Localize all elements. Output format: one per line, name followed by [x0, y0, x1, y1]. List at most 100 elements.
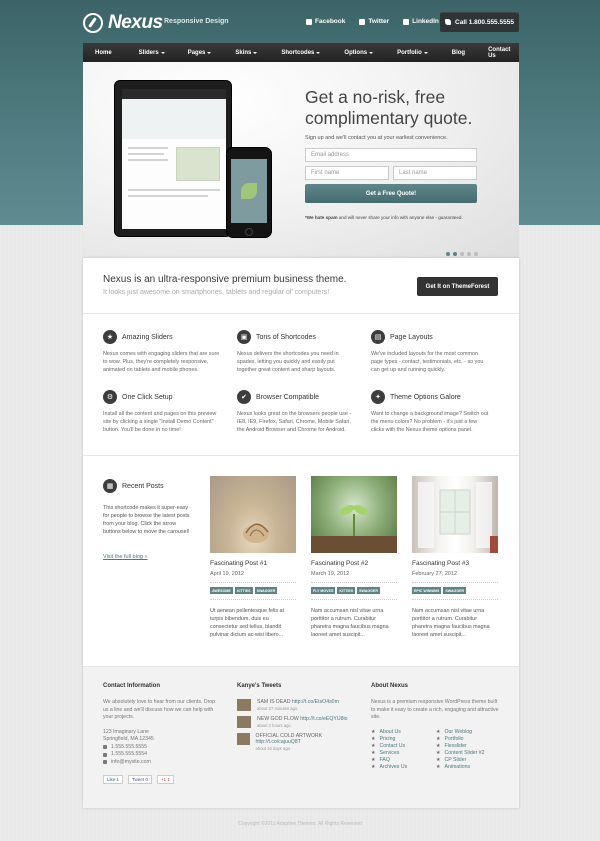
- footer-link[interactable]: ★ Archives Us: [371, 764, 436, 770]
- tweet-time: about 27 minutes ago: [257, 706, 298, 711]
- footer-link-label: Content Slider #2: [444, 749, 485, 756]
- footer-link[interactable]: ★ Pricing: [371, 736, 436, 742]
- footer-link[interactable]: ★ FAQ: [371, 757, 436, 763]
- visit-blog-link[interactable]: Visit the full blog »: [103, 554, 148, 560]
- about-text: Nexus is a premium responsive WordPress …: [371, 699, 499, 720]
- tablet-screen-line: [128, 159, 168, 161]
- tweet-button[interactable]: Tweet 0: [128, 775, 152, 784]
- tweet-link[interactable]: http://t.co/cajuuQ8T: [256, 739, 301, 745]
- leaf-image: [241, 183, 257, 199]
- nav-portfolio[interactable]: Portfolio: [397, 50, 428, 56]
- fax-number: 1.555.555.5554: [111, 751, 148, 757]
- tag-badge[interactable]: SWAGGER: [254, 587, 278, 594]
- phone-number: 1.555.555.5555: [111, 743, 148, 750]
- post-date: February 27, 2012: [412, 571, 457, 577]
- footer-link-label: Contact Us: [379, 742, 406, 749]
- nav-skins-label: Skins: [235, 49, 252, 56]
- twitter-link[interactable]: Twitter: [359, 18, 389, 25]
- plus-one-button[interactable]: +1 1: [156, 775, 174, 784]
- slider-dot[interactable]: [453, 252, 457, 256]
- footer-link[interactable]: ★ Content Slider #2: [436, 750, 496, 756]
- divider: [83, 313, 519, 314]
- nav-sliders[interactable]: Sliders: [139, 50, 165, 56]
- post-title[interactable]: Fascinating Post #1: [210, 560, 296, 567]
- chevron-down-icon: [207, 51, 212, 54]
- facebook-link[interactable]: Facebook: [306, 18, 345, 25]
- page-wrapper: Nexus Responsive Design Facebook Twitter…: [83, 0, 519, 808]
- tag-badge[interactable]: FLY MOVES: [311, 587, 336, 594]
- divider: [83, 455, 519, 456]
- footer-link-label: Services: [379, 749, 400, 756]
- recent-posts-heading: ▦ Recent Posts: [103, 479, 164, 493]
- avatar: [237, 733, 250, 745]
- feature-item: ⚙ One Click Setup Install all the content…: [103, 390, 221, 434]
- nav-options[interactable]: Options: [344, 50, 374, 56]
- slider-dot[interactable]: [467, 252, 471, 256]
- slider-dot[interactable]: [446, 252, 450, 256]
- address-line-2: Springfield, MA 12345: [103, 736, 154, 742]
- logo[interactable]: Nexus: [83, 12, 163, 34]
- footer-link[interactable]: ★ Portfolio: [436, 736, 496, 742]
- footer-link[interactable]: ★ Animations: [436, 764, 496, 770]
- chevron-down-icon: [369, 51, 374, 54]
- like-button[interactable]: Like 1: [103, 775, 124, 784]
- call-button[interactable]: Call 1.800.555.5555: [440, 12, 519, 32]
- tweet-text: SAM IS DEAD http://t.co/EtsO4s0m: [257, 699, 339, 705]
- post-title[interactable]: Fascinating Post #3: [412, 560, 498, 567]
- footer-link[interactable]: ★ CP Slider: [436, 757, 496, 763]
- feature-title: Browser Compatible: [256, 393, 320, 401]
- footer-link[interactable]: ★ About Us: [371, 729, 436, 735]
- footer-link[interactable]: ★ Contact Us: [371, 743, 436, 749]
- hero-title: Get a no-risk, free complimentary quote.: [305, 87, 473, 128]
- contact-text: We absolutely love to hear from our clie…: [103, 699, 216, 720]
- nav-blog[interactable]: Blog: [452, 50, 465, 56]
- fax-icon: [103, 752, 107, 757]
- tag-badge[interactable]: SWAGGER: [357, 587, 380, 594]
- first-name-field[interactable]: First name: [305, 166, 389, 180]
- about-links: ★ About Us ★ Our Weblog ★ Pricing ★ Portfoli…: [371, 729, 499, 770]
- tweet-link[interactable]: http://t.co/EtsO4s0m: [292, 699, 339, 705]
- tweet-link[interactable]: http://t.co/eEQYU8io: [300, 716, 347, 722]
- email-field[interactable]: Email address: [305, 148, 477, 162]
- nav-skins[interactable]: Skins: [235, 49, 258, 56]
- sprout-thumbnail[interactable]: [311, 476, 397, 553]
- seashell-thumbnail[interactable]: [210, 476, 296, 553]
- address-line-1: 123 Imaginary Lane: [103, 728, 149, 735]
- linkedin-link[interactable]: LinkedIn: [403, 18, 439, 25]
- nav-portfolio-label: Portfolio: [397, 49, 422, 56]
- tag-badge[interactable]: AWESOME: [210, 587, 233, 594]
- post-title[interactable]: Fascinating Post #2: [311, 560, 397, 567]
- tweet-item: NEW GOD FLOW http://t.co/eEQYU8io about 2…: [237, 716, 357, 728]
- last-name-field[interactable]: Last name: [393, 166, 477, 180]
- footer-link[interactable]: ★ Services: [371, 750, 436, 756]
- feature-title: Tons of Shortcodes: [256, 333, 316, 341]
- tag-badge[interactable]: EPIC WINNING: [412, 587, 442, 594]
- themeforest-button[interactable]: Get It on ThemeForest: [417, 277, 498, 296]
- post-date: March 19, 2012: [311, 571, 350, 577]
- phone-line: 1.555.555.5555: [103, 744, 221, 752]
- post-excerpt: Nam accumsan nisl vitae urna porttitor a…: [412, 608, 490, 638]
- email-address[interactable]: info@mysite.com: [111, 759, 151, 767]
- tag-badge[interactable]: SWAGGER: [443, 587, 467, 594]
- nav-shortcodes[interactable]: Shortcodes: [281, 50, 321, 56]
- nav-pages[interactable]: Pages: [188, 50, 212, 56]
- tweet-time: about 16 days ago: [255, 746, 290, 751]
- slider-dot[interactable]: [460, 252, 464, 256]
- nav-contact-label: Contact Us: [488, 46, 511, 59]
- feature-text: Want to change a background image? Switc…: [371, 411, 489, 433]
- nav-contact[interactable]: Contact Us: [488, 47, 519, 59]
- star-icon: ★: [371, 728, 376, 735]
- free-quote-button[interactable]: Get a Free Quote!: [305, 184, 477, 203]
- window-thumbnail[interactable]: [412, 476, 498, 553]
- feature-title: Theme Options Galore: [390, 393, 461, 401]
- slider-dot[interactable]: [474, 252, 478, 256]
- recent-posts-text: This shortcode makes it super-easy for p…: [103, 505, 190, 535]
- nav-sliders-label: Sliders: [138, 49, 159, 56]
- footer-link[interactable]: ★ Our Weblog: [436, 729, 496, 735]
- footer-link[interactable]: ★ Flexslider: [436, 743, 496, 749]
- tag-badge[interactable]: KITTIES: [337, 587, 356, 594]
- feature-item: ▣ Tons of Shortcodes Nexus delivers the s…: [237, 330, 355, 374]
- nav-home[interactable]: Home: [95, 50, 112, 56]
- like-count: 1: [116, 777, 120, 782]
- tag-badge[interactable]: KITTIES: [234, 587, 253, 594]
